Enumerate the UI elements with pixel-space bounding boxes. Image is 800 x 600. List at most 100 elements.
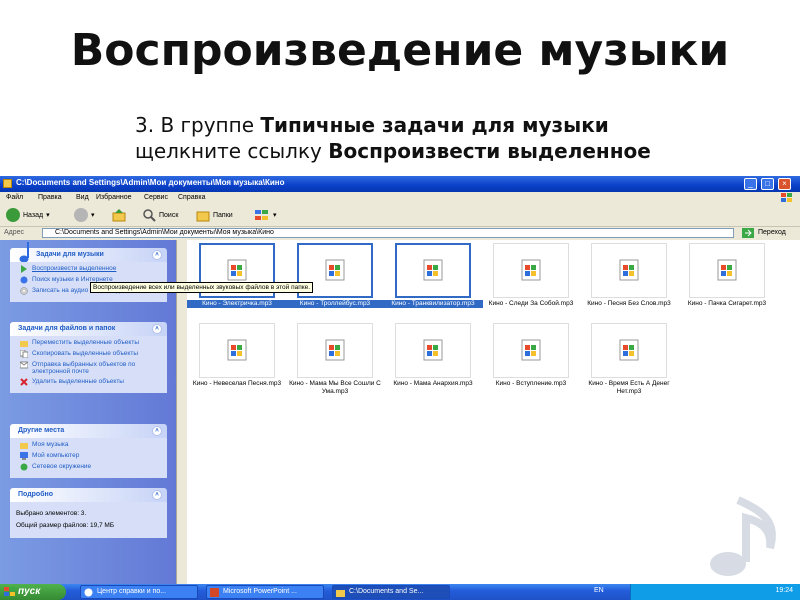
task-copy[interactable]: Скопировать выделенные объекты (20, 350, 163, 358)
file-name: Кино - Песня Без Слов.mp3 (587, 300, 671, 307)
place-my-computer[interactable]: Мой компьютер (20, 452, 163, 460)
task-delete-label: Удалить выделенные объекты (32, 378, 124, 385)
file-name: Кино - Пачка Сигарет.mp3 (687, 300, 767, 307)
menubar: Файл Правка Вид Избранное Сервис Справка (0, 192, 800, 204)
file-item[interactable]: Кино - Песня Без Слов.mp3 (579, 242, 671, 312)
audio-file-icon (619, 259, 639, 281)
file-tasks-title: Задачи для файлов и папок (18, 325, 116, 332)
search-label: Поиск (159, 211, 179, 219)
address-bar: Адрес C:\Documents and Settings\Admin\Мо… (0, 227, 800, 240)
email-icon (20, 361, 28, 369)
go-button[interactable]: Переход (740, 228, 798, 238)
start-button[interactable]: пуск (0, 584, 66, 600)
menu-help[interactable]: Справка (178, 194, 205, 201)
window-titlebar[interactable]: C:\Documents and Settings\Admin\Мои доку… (0, 176, 800, 192)
taskbar-item-label: Центр справки и по... (97, 588, 167, 595)
back-button[interactable]: Назад ▾ (6, 208, 50, 222)
views-icon (255, 210, 268, 220)
details-header[interactable]: Подробно ˄ (10, 488, 167, 502)
taskbar-item-label: Microsoft PowerPoint ... (223, 588, 297, 595)
system-tray: 19:24 (630, 584, 800, 600)
file-name: Кино - Мама Анархия.mp3 (393, 380, 473, 387)
task-copy-label: Скопировать выделенные объекты (32, 350, 138, 357)
computer-icon (20, 452, 28, 460)
move-folder-icon (20, 341, 28, 347)
music-tasks-header[interactable]: Задачи для музыки ˄ (10, 242, 167, 263)
other-places-header[interactable]: Другие места ˄ (10, 424, 167, 438)
file-name: Кино - Троллейбус.mp3 (285, 300, 385, 308)
audio-file-icon (521, 339, 541, 361)
file-item[interactable]: Кино - Невеселая Песня.mp3 (187, 322, 281, 392)
file-item[interactable]: Кино - Электричка.mp3 (187, 242, 287, 312)
collapse-chevron-icon[interactable]: ˄ (152, 490, 162, 500)
task-delete[interactable]: Удалить выделенные объекты (20, 378, 163, 386)
play-icon (21, 265, 27, 273)
file-item[interactable]: Кино - Следи За Собой.mp3 (481, 242, 573, 312)
explorer-window: C:\Documents and Settings\Admin\Мои доку… (0, 176, 800, 584)
file-tasks-header[interactable]: Задачи для файлов и папок ˄ (10, 322, 167, 336)
close-button[interactable]: × (778, 178, 791, 190)
audio-file-icon (619, 339, 639, 361)
up-folder-button[interactable] (112, 208, 126, 222)
audio-file-icon (521, 259, 541, 281)
collapse-chevron-icon[interactable]: ˄ (152, 324, 162, 334)
views-button[interactable]: ▾ (254, 208, 277, 222)
window-title: C:\Documents and Settings\Admin\Мои доку… (16, 178, 285, 187)
powerpoint-icon (210, 588, 219, 597)
collapse-chevron-icon[interactable]: ˄ (152, 250, 162, 260)
folders-icon (196, 211, 210, 222)
task-email-label: Отправка выбранных объектов по электронн… (32, 361, 136, 375)
file-item[interactable]: Кино - Пачка Сигарет.mp3 (677, 242, 767, 312)
minimize-button[interactable]: _ (744, 178, 757, 190)
taskbar-item-explorer[interactable]: C:\Documents and Se... (332, 585, 450, 599)
collapse-chevron-icon[interactable]: ˄ (152, 426, 162, 436)
back-arrow-icon (6, 208, 20, 222)
folders-button[interactable]: Папки (196, 208, 233, 222)
address-label: Адрес (4, 229, 25, 236)
audio-file-icon (423, 259, 443, 281)
place-my-computer-label: Мой компьютер (32, 452, 80, 459)
file-item[interactable]: Кино - Троллейбус.mp3 (285, 242, 385, 312)
address-field[interactable]: C:\Documents and Settings\Admin\Мои доку… (42, 228, 734, 238)
menu-edit[interactable]: Правка (38, 194, 62, 201)
menu-file[interactable]: Файл (6, 194, 23, 201)
task-move[interactable]: Переместить выделенные объекты (20, 339, 163, 347)
file-name: Кино - Время Есть А Денег Нет.mp3 (588, 380, 670, 395)
maximize-button[interactable]: □ (761, 178, 774, 190)
file-item[interactable]: Кино - Транквилизатор.mp3 (383, 242, 483, 312)
windows-logo-icon (781, 193, 792, 202)
go-arrow-icon (742, 228, 754, 238)
copy-icon (20, 350, 28, 358)
place-my-music[interactable]: Моя музыка (20, 441, 163, 449)
file-item[interactable]: Кино - Мама Мы Все Сошли С Ума.mp3 (285, 322, 381, 395)
details-body: Выбрано элементов: 3. Общий размер файло… (10, 502, 167, 538)
file-item[interactable]: Кино - Вступление.mp3 (481, 322, 571, 392)
file-tasks-panel: Задачи для файлов и папок ˄ Переместить … (10, 322, 167, 393)
search-button[interactable]: Поиск (142, 208, 178, 222)
help-icon (84, 588, 93, 597)
menu-favorites[interactable]: Избранное (96, 194, 131, 201)
start-label: пуск (18, 586, 41, 597)
folder-icon (336, 590, 345, 597)
taskbar-item-powerpoint[interactable]: Microsoft PowerPoint ... (206, 585, 324, 599)
search-icon (143, 209, 156, 222)
menu-tools[interactable]: Сервис (144, 194, 168, 201)
menu-view[interactable]: Вид (76, 194, 89, 201)
file-item[interactable]: Кино - Время Есть А Денег Нет.mp3 (579, 322, 670, 395)
audio-file-icon (325, 339, 345, 361)
forward-button[interactable]: ▾ (74, 208, 95, 222)
folder-icon (3, 179, 12, 188)
place-network[interactable]: Сетевое окружение (20, 463, 163, 471)
file-name: Кино - Транквилизатор.mp3 (383, 300, 483, 308)
language-indicator[interactable]: EN (594, 587, 604, 594)
task-email[interactable]: Отправка выбранных объектов по электронн… (20, 361, 163, 375)
folders-label: Папки (213, 211, 233, 219)
file-item[interactable]: Кино - Мама Анархия.mp3 (383, 322, 473, 392)
audio-file-icon (423, 339, 443, 361)
details-total-size: Общий размер файлов: 19,7 МБ (16, 522, 115, 529)
file-name: Кино - Электричка.mp3 (187, 300, 287, 308)
task-play-selected[interactable]: Воспроизвести выделенное (20, 265, 163, 273)
file-name: Кино - Невеселая Песня.mp3 (192, 380, 282, 387)
taskbar-item-help[interactable]: Центр справки и по... (80, 585, 198, 599)
up-folder-icon (112, 209, 126, 222)
